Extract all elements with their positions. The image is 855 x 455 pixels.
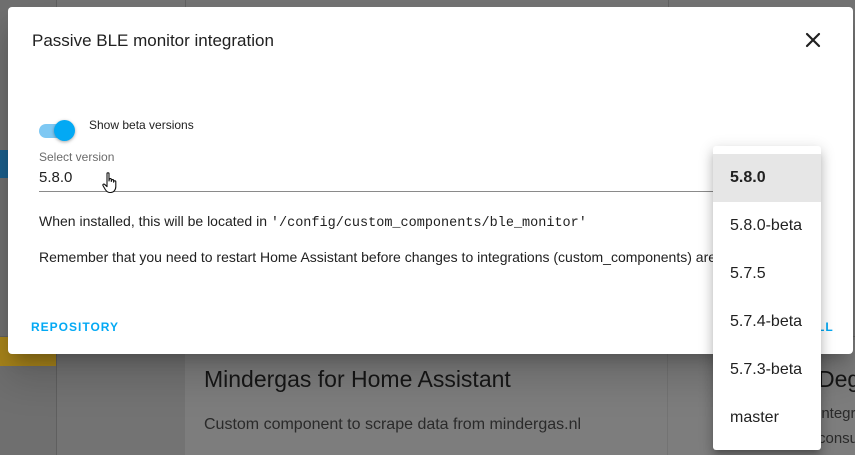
background-right-card-description: consu xyxy=(818,430,855,447)
select-underline xyxy=(39,191,713,192)
background-card-title: Mindergas for Home Assistant xyxy=(204,366,511,392)
hand-pointer-icon xyxy=(102,172,117,194)
close-button[interactable] xyxy=(800,27,826,53)
background-active-marker xyxy=(0,150,8,178)
install-location-text: When installed, this will be located in … xyxy=(39,213,587,231)
show-beta-label: Show beta versions xyxy=(89,118,194,132)
background-card-description: Custom component to scrape data from min… xyxy=(204,416,582,433)
version-option[interactable]: 5.7.5 xyxy=(713,250,821,298)
version-option[interactable]: 5.8.0 xyxy=(713,154,821,202)
version-option[interactable]: 5.7.4-beta xyxy=(713,298,821,346)
background-card xyxy=(185,340,667,455)
version-dropdown-menu: 5.8.0 5.8.0-beta 5.7.5 5.7.4-beta 5.7.3-… xyxy=(713,146,821,450)
install-location-prefix: When installed, this will be located in xyxy=(39,213,268,229)
repository-button[interactable]: REPOSITORY xyxy=(31,320,119,334)
select-version-value: 5.8.0 xyxy=(39,169,73,186)
toggle-thumb xyxy=(54,120,75,141)
dialog-title: Passive BLE monitor integration xyxy=(32,31,274,50)
close-icon xyxy=(805,32,821,48)
background-right-card-description: integr xyxy=(818,405,855,422)
select-version-label: Select version xyxy=(39,150,115,164)
version-option[interactable]: master xyxy=(713,394,821,442)
show-beta-toggle[interactable] xyxy=(39,114,75,148)
background-right-card-title: Deg xyxy=(818,366,855,392)
version-option[interactable]: 5.8.0-beta xyxy=(713,202,821,250)
version-select[interactable]: Select version 5.8.0 xyxy=(39,147,713,193)
restart-notice: Remember that you need to restart Home A… xyxy=(39,249,713,265)
install-location-path: '/config/custom_components/ble_monitor' xyxy=(270,216,587,231)
version-option[interactable]: 5.7.3-beta xyxy=(713,346,821,394)
